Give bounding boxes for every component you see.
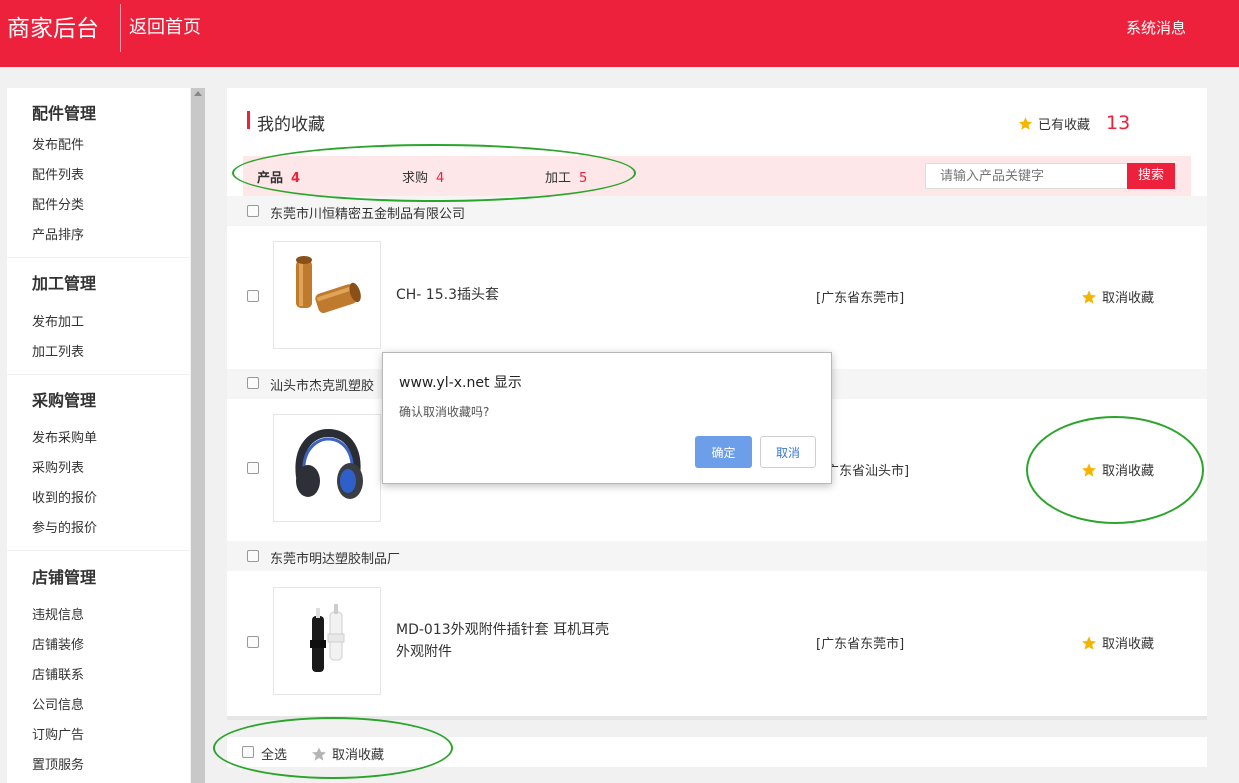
system-messages-link[interactable]: 系统消息 <box>1126 18 1186 38</box>
brand-title: 商家后台 <box>7 16 99 42</box>
annotation-ellipse-unfavorite <box>1026 416 1204 524</box>
sidebar-item-store-contact[interactable]: 店铺联系 <box>32 664 84 683</box>
sidebar-item-publish-processing[interactable]: 发布加工 <box>32 311 84 330</box>
dialog-message: 确认取消收藏吗? <box>399 405 490 419</box>
top-header: 商家后台 返回首页 系统消息 <box>0 0 1239 67</box>
annotation-ellipse-bulk-actions <box>213 717 453 779</box>
product-region: [广东省东莞市] <box>816 291 905 306</box>
product-region: [广东省东莞市] <box>816 637 905 652</box>
sidebar-item-store-decoration[interactable]: 店铺装修 <box>32 634 84 653</box>
sidebar-item-ad-order[interactable]: 订购广告 <box>32 724 84 743</box>
product-checkbox[interactable] <box>247 290 259 302</box>
product-thumbnail[interactable] <box>273 241 381 349</box>
star-icon <box>1018 117 1033 130</box>
company-name[interactable]: 东莞市川恒精密五金制品有限公司 <box>270 203 465 222</box>
product-region: 广东省汕头市] <box>826 464 910 479</box>
search-button[interactable]: 搜索 <box>1127 163 1175 189</box>
header-divider <box>120 4 121 52</box>
unfavorite-button[interactable]: 取消收藏 <box>1081 633 1154 652</box>
product-name-line2[interactable]: 外观附件 <box>396 641 452 663</box>
sidebar-item-company-info[interactable]: 公司信息 <box>32 694 84 713</box>
sidebar-item-purchase-list[interactable]: 采购列表 <box>32 457 84 476</box>
sidebar: 配件管理 发布配件 配件列表 配件分类 产品排序 加工管理 发布加工 加工列表 … <box>7 88 190 783</box>
star-icon <box>1082 635 1096 650</box>
unfavorite-label: 取消收藏 <box>1102 291 1155 306</box>
company-name[interactable]: 汕头市杰克凯塑胶 <box>270 375 374 394</box>
product-thumbnail[interactable] <box>273 587 381 695</box>
sidebar-item-product-sort[interactable]: 产品排序 <box>32 224 84 243</box>
company-checkbox[interactable] <box>247 205 259 217</box>
title-accent-bar <box>247 111 250 129</box>
sidebar-item-processing-list[interactable]: 加工列表 <box>32 341 84 360</box>
sidebar-item-violations[interactable]: 违规信息 <box>32 604 84 623</box>
favorites-count-label: 已有收藏 <box>1018 114 1090 133</box>
favorites-count: 13 <box>1106 112 1131 134</box>
headphones-image <box>295 428 363 499</box>
product-thumbnail[interactable] <box>273 414 381 522</box>
product-checkbox[interactable] <box>247 462 259 474</box>
product-name[interactable]: CH- 15.3插头套 <box>396 284 499 306</box>
page-title: 我的收藏 <box>257 115 325 135</box>
sidebar-divider <box>7 257 190 258</box>
sidebar-section-processing[interactable]: 加工管理 <box>32 270 96 294</box>
search-input[interactable] <box>925 163 1128 189</box>
dialog-cancel-button[interactable]: 取消 <box>760 436 816 468</box>
favorites-label-text: 已有收藏 <box>1038 118 1091 133</box>
sidebar-item-participated-quotes[interactable]: 参与的报价 <box>32 517 97 536</box>
sidebar-scrollbar[interactable] <box>191 88 205 783</box>
unfavorite-button[interactable]: 取消收藏 <box>1081 287 1154 306</box>
dialog-ok-button[interactable]: 确定 <box>695 436 752 468</box>
sidebar-divider <box>7 374 190 375</box>
product-checkbox[interactable] <box>247 636 259 648</box>
product-name[interactable]: MD-013外观附件插针套 耳机耳壳 <box>396 619 609 641</box>
sidebar-item-publish-parts[interactable]: 发布配件 <box>32 134 84 153</box>
brass-sleeve-image <box>296 256 361 314</box>
star-icon <box>1082 289 1096 304</box>
confirm-dialog: www.yl-x.net 显示 确认取消收藏吗? 确定 取消 <box>382 352 832 484</box>
sidebar-item-parts-category[interactable]: 配件分类 <box>32 194 84 213</box>
dialog-title: www.yl-x.net 显示 <box>399 375 522 391</box>
pin-sleeve-image <box>310 604 345 672</box>
sidebar-item-received-quotes[interactable]: 收到的报价 <box>32 487 97 506</box>
sidebar-item-parts-list[interactable]: 配件列表 <box>32 164 84 183</box>
sidebar-item-top-service[interactable]: 置顶服务 <box>32 754 84 773</box>
company-checkbox[interactable] <box>247 377 259 389</box>
sidebar-section-parts[interactable]: 配件管理 <box>32 100 96 124</box>
annotation-ellipse-tabs <box>232 144 636 202</box>
sidebar-section-store[interactable]: 店铺管理 <box>32 564 96 588</box>
sidebar-divider <box>7 550 190 551</box>
unfavorite-label: 取消收藏 <box>1102 637 1155 652</box>
sidebar-section-purchase[interactable]: 采购管理 <box>32 387 96 411</box>
sidebar-item-publish-purchase[interactable]: 发布采购单 <box>32 427 97 446</box>
scroll-up-arrow-icon[interactable] <box>194 91 202 96</box>
company-checkbox[interactable] <box>247 550 259 562</box>
home-link[interactable]: 返回首页 <box>129 16 201 40</box>
company-name[interactable]: 东莞市明达塑胶制品厂 <box>270 548 400 567</box>
